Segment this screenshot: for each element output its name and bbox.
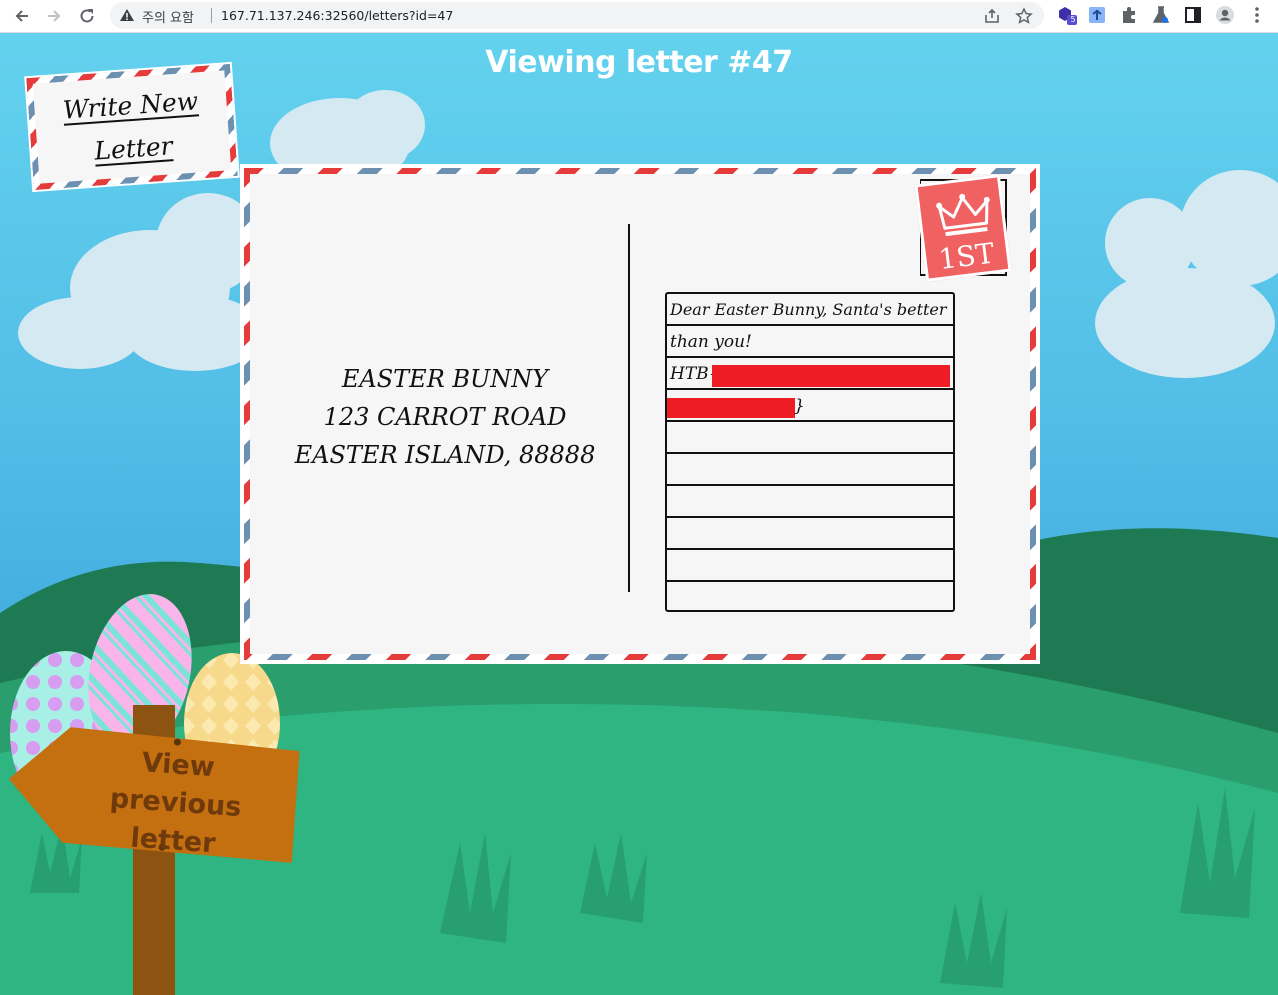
reload-icon[interactable] [75,4,99,28]
address-bar[interactable]: 주의 요함 167.71.137.246:32560/letters?id=47 [110,2,1044,29]
view-previous-letter-button[interactable]: View previous letter [4,723,302,871]
postcard: EASTER BUNNY 123 CARROT ROAD EASTER ISLA… [240,164,1040,664]
ruled-line [667,580,953,582]
ruled-line [667,452,953,454]
side-panel-icon[interactable] [1183,5,1203,25]
menu-kebab-icon[interactable] [1247,5,1267,25]
omnibox-divider [211,8,212,23]
ruled-line [667,516,953,518]
ruled-line [667,388,953,390]
ruled-line [667,356,953,358]
address-line: EASTER ISLAND, 88888 [294,441,596,469]
puzzle-icon[interactable] [1119,5,1139,25]
ruled-line [667,484,953,486]
write-new-letter-label[interactable]: Write New Letter [32,70,232,184]
page-viewport: Viewing letter #47 Write New Letter EAST… [0,33,1278,995]
address-line: 123 CARROT ROAD [323,403,567,431]
message-line-1: Dear Easter Bunny, Santa's better [670,300,947,319]
cloud [1095,170,1278,378]
sign-label-line-1[interactable]: View previous [69,739,286,830]
first-class-stamp: 1ST [914,174,1012,282]
ruled-line [667,420,953,422]
ruled-line [667,324,953,326]
share-icon[interactable] [983,7,1001,25]
view-previous-letter-label[interactable]: View previous letter [66,739,285,868]
extension-figure-icon[interactable] [1087,5,1107,25]
message-area: Dear Easter Bunny, Santa's better than y… [665,292,955,612]
security-label[interactable]: 주의 요함 [142,7,194,26]
url-text[interactable]: 167.71.137.246:32560/letters?id=47 [221,8,453,23]
recipient-address: EASTER BUNNY 123 CARROT ROAD EASTER ISLA… [280,360,610,474]
forward-icon[interactable] [42,4,66,28]
extension-badge: 5 [1070,15,1076,24]
postcard-divider [628,224,630,592]
warning-icon[interactable] [119,8,135,22]
message-line-2: than you! [670,332,752,352]
stamp-text: 1ST [936,236,997,277]
redaction-bar [667,398,795,418]
address-line: EASTER BUNNY [341,365,549,393]
write-new-letter-button[interactable]: Write New Letter [26,64,238,190]
ruled-line [667,548,953,550]
message-line-4: } [794,396,805,416]
browser-toolbar: 주의 요함 167.71.137.246:32560/letters?id=47… [0,0,1278,33]
bookmark-star-icon[interactable] [1015,7,1033,25]
back-icon[interactable] [10,4,34,28]
cloud [18,193,265,371]
redaction-bar [712,365,950,387]
flask-icon[interactable] [1151,5,1171,25]
crown-icon [936,193,990,237]
profile-icon[interactable] [1215,5,1235,25]
